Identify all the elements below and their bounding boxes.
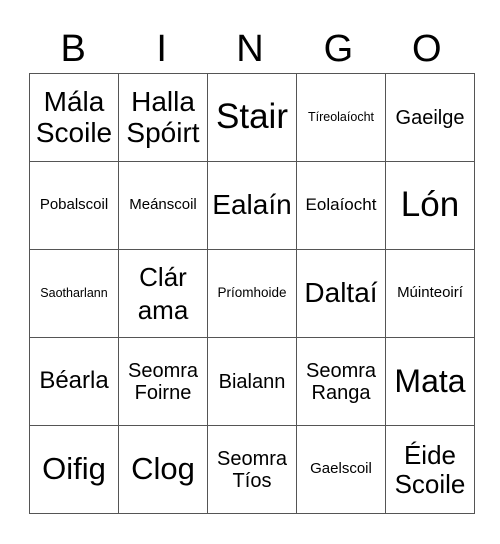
bingo-cell[interactable]: Pobalscoil — [29, 161, 119, 250]
bingo-cell[interactable]: Tíreolaíocht — [296, 73, 386, 162]
cell-text: Meánscoil — [129, 196, 197, 214]
grid-row: Oifig Clog Seomra Tíos Gaelscoil Éide Sc… — [29, 425, 475, 514]
bingo-cell[interactable]: Oifig — [29, 425, 119, 514]
cell-text: Saotharlann — [40, 285, 108, 300]
bingo-cell[interactable]: Eolaíocht — [296, 161, 386, 250]
cell-text: Tíreolaíocht — [307, 109, 374, 124]
cell-text: Mata — [394, 362, 466, 399]
bingo-cell[interactable]: Daltaí — [296, 249, 386, 338]
cell-text: Clár ama — [137, 262, 189, 325]
bingo-cell[interactable]: Lón — [385, 161, 475, 250]
header-letter-n: N — [236, 28, 264, 70]
cell-text: Pobalscoil — [39, 196, 109, 214]
cell-text: Halla Spóirt — [126, 85, 200, 148]
cell-text: Stair — [216, 97, 288, 137]
grid-row: Béarla Seomra Foirne Bialann Seomra Rang… — [29, 337, 475, 426]
bingo-cell[interactable]: Príomhoide — [207, 249, 297, 338]
bingo-cell[interactable]: Seomra Tíos — [207, 425, 297, 514]
bingo-cell[interactable]: Meánscoil — [118, 161, 208, 250]
header-letter-i: I — [156, 28, 167, 70]
bingo-cell[interactable]: Mála Scoile — [29, 73, 119, 162]
cell-text: Múinteoirí — [397, 284, 463, 302]
header-letter-b: B — [60, 28, 86, 70]
bingo-grid: Mála Scoile Halla Spóirt Stair Tíreolaío… — [29, 73, 475, 514]
bingo-cell[interactable]: Ealaín — [207, 161, 297, 250]
cell-text: Oifig — [42, 451, 106, 487]
bingo-cell[interactable]: Bialann — [207, 337, 297, 426]
bingo-cell[interactable]: Halla Spóirt — [118, 73, 208, 162]
cell-text: Éide Scoile — [394, 439, 466, 499]
bingo-cell[interactable]: Clár ama — [118, 249, 208, 338]
cell-text: Eolaíocht — [305, 195, 377, 215]
bingo-cell[interactable]: Múinteoirí — [385, 249, 475, 338]
bingo-cell[interactable]: Seomra Ranga — [296, 337, 386, 426]
cell-text: Clog — [131, 451, 195, 487]
cell-text: Gaeilge — [395, 106, 465, 129]
bingo-cell[interactable]: Béarla — [29, 337, 119, 426]
cell-text: Gaelscoil — [310, 460, 372, 478]
grid-row: Pobalscoil Meánscoil Ealaín Eolaíocht Ló… — [29, 161, 475, 250]
bingo-cell[interactable]: Seomra Foirne — [118, 337, 208, 426]
cell-text: Bialann — [218, 370, 286, 393]
cell-text: Béarla — [39, 367, 109, 395]
grid-row: Mála Scoile Halla Spóirt Stair Tíreolaío… — [29, 73, 475, 162]
cell-text: Seomra Tíos — [216, 447, 288, 492]
header-letter-g: G — [323, 28, 354, 70]
bingo-cell[interactable]: Saotharlann — [29, 249, 119, 338]
bingo-header: B I N G O — [29, 26, 471, 72]
cell-text: Mála Scoile — [35, 85, 113, 148]
bingo-cell[interactable]: Gaelscoil — [296, 425, 386, 514]
cell-text: Daltaí — [304, 277, 378, 309]
cell-text: Ealaín — [212, 189, 292, 221]
grid-row: Saotharlann Clár ama Príomhoide Daltaí M… — [29, 249, 475, 338]
cell-text: Príomhoide — [217, 285, 287, 301]
header-letter-o: O — [412, 28, 442, 70]
bingo-cell[interactable]: Clog — [118, 425, 208, 514]
bingo-cell[interactable]: Stair — [207, 73, 297, 162]
bingo-cell[interactable]: Éide Scoile — [385, 425, 475, 514]
cell-text: Seomra Ranga — [305, 359, 377, 404]
bingo-cell[interactable]: Mata — [385, 337, 475, 426]
cell-text: Seomra Foirne — [127, 359, 199, 404]
cell-text: Lón — [400, 185, 460, 225]
bingo-cell[interactable]: Gaeilge — [385, 73, 475, 162]
